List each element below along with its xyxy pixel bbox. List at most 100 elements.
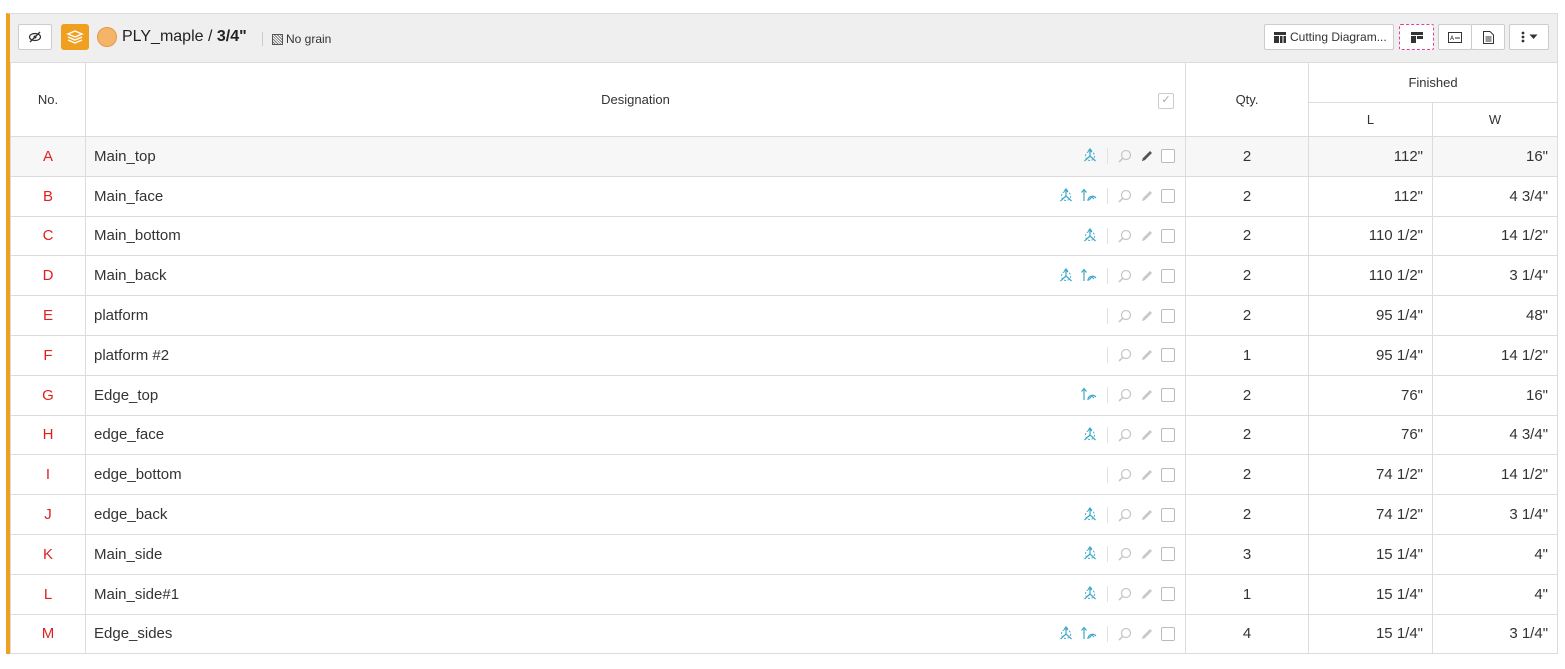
table-row[interactable]: D Main_back 2 110 1/2" 3 1/4" bbox=[10, 255, 1559, 297]
axes-icon[interactable] bbox=[1082, 148, 1098, 164]
part-designation-cell[interactable]: edge_face bbox=[85, 414, 1186, 456]
row-select-checkbox[interactable] bbox=[1161, 228, 1175, 243]
pencil-icon[interactable] bbox=[1139, 387, 1155, 403]
row-select-checkbox[interactable] bbox=[1161, 626, 1175, 641]
magnifier-icon[interactable] bbox=[1117, 148, 1133, 164]
part-designation-cell[interactable]: Main_top bbox=[85, 136, 1186, 177]
column-header-designation[interactable]: Designation ✓ bbox=[85, 62, 1186, 137]
pencil-icon[interactable] bbox=[1139, 507, 1155, 523]
row-select-checkbox[interactable] bbox=[1161, 189, 1175, 204]
cutting-diagram-button[interactable]: Cutting Diagram... bbox=[1264, 24, 1394, 50]
pencil-icon[interactable] bbox=[1139, 427, 1155, 443]
row-select-checkbox[interactable] bbox=[1161, 348, 1175, 363]
column-header-width[interactable]: W bbox=[1431, 102, 1559, 137]
magnifier-icon[interactable] bbox=[1117, 228, 1133, 244]
icon-divider bbox=[1107, 267, 1108, 284]
row-select-checkbox[interactable] bbox=[1161, 547, 1175, 562]
column-header-qty[interactable]: Qty. bbox=[1185, 62, 1309, 137]
pencil-icon[interactable] bbox=[1139, 586, 1155, 602]
axes-icon[interactable] bbox=[1058, 625, 1074, 642]
row-select-checkbox[interactable] bbox=[1161, 388, 1175, 403]
labels-button[interactable]: A bbox=[1438, 24, 1472, 50]
row-select-checkbox[interactable] bbox=[1161, 467, 1175, 482]
magnifier-icon[interactable] bbox=[1117, 507, 1133, 523]
part-designation-cell[interactable]: Edge_top bbox=[85, 374, 1186, 416]
part-designation-cell[interactable]: edge_back bbox=[85, 494, 1186, 535]
report-button[interactable] bbox=[1471, 24, 1505, 50]
axes-icon[interactable] bbox=[1082, 228, 1098, 244]
more-options-button[interactable] bbox=[1509, 24, 1549, 50]
table-row[interactable]: Hedge_face 2 76" 4 3/4" bbox=[10, 414, 1559, 456]
pencil-icon[interactable] bbox=[1139, 546, 1155, 562]
pencil-icon[interactable] bbox=[1139, 308, 1155, 324]
magnifier-icon[interactable] bbox=[1117, 268, 1133, 284]
part-designation-cell[interactable]: Edge_sides bbox=[85, 613, 1186, 655]
table-row[interactable]: Iedge_bottom 2 74 1/2" 14 1/2" bbox=[10, 454, 1559, 496]
magnifier-icon[interactable] bbox=[1117, 387, 1133, 403]
axes-icon[interactable] bbox=[1082, 586, 1098, 602]
magnifier-icon[interactable] bbox=[1117, 427, 1133, 443]
row-select-checkbox[interactable] bbox=[1161, 268, 1175, 283]
flip-edge-icon[interactable] bbox=[1080, 387, 1098, 403]
part-designation-cell[interactable]: Main_bottom bbox=[85, 215, 1186, 257]
part-width: 48" bbox=[1431, 295, 1559, 336]
pencil-icon[interactable] bbox=[1139, 148, 1155, 164]
part-designation-cell[interactable]: platform #2 bbox=[85, 334, 1186, 376]
magnifier-icon[interactable] bbox=[1117, 188, 1133, 204]
axes-icon[interactable] bbox=[1082, 427, 1098, 443]
flip-edge-icon[interactable] bbox=[1080, 188, 1098, 204]
magnifier-icon[interactable] bbox=[1117, 586, 1133, 602]
toggle-visibility-button[interactable] bbox=[18, 24, 52, 50]
pencil-icon[interactable] bbox=[1139, 188, 1155, 204]
row-select-checkbox[interactable] bbox=[1161, 587, 1175, 602]
material-type-button[interactable] bbox=[61, 24, 89, 50]
icon-divider bbox=[1107, 227, 1108, 244]
select-all-checkbox[interactable]: ✓ bbox=[1158, 93, 1174, 109]
part-designation-cell[interactable]: platform bbox=[85, 295, 1186, 336]
column-header-no[interactable]: No. bbox=[10, 62, 86, 137]
row-select-checkbox[interactable] bbox=[1161, 507, 1175, 522]
part-number: E bbox=[10, 295, 86, 336]
row-actions bbox=[1082, 586, 1175, 603]
magnifier-icon[interactable] bbox=[1117, 347, 1133, 363]
magnifier-icon[interactable] bbox=[1117, 308, 1133, 324]
pencil-icon[interactable] bbox=[1139, 268, 1155, 284]
table-row[interactable]: M Edge_sides 4 15 1/4" 3 1/4" bbox=[10, 613, 1559, 655]
flip-edge-icon[interactable] bbox=[1080, 268, 1098, 284]
pencil-icon[interactable] bbox=[1139, 347, 1155, 363]
part-name: Main_side bbox=[94, 545, 163, 563]
part-designation-cell[interactable]: edge_bottom bbox=[85, 454, 1186, 496]
magnifier-icon[interactable] bbox=[1117, 626, 1133, 642]
cutting-diagram-2d-button[interactable] bbox=[1399, 24, 1434, 50]
part-length: 15 1/4" bbox=[1308, 573, 1433, 615]
table-row[interactable]: L Main_side#1 1 15 1/4" 4" bbox=[10, 573, 1559, 615]
pencil-icon[interactable] bbox=[1139, 228, 1155, 244]
magnifier-icon[interactable] bbox=[1117, 467, 1133, 483]
table-row[interactable]: K Main_side 3 15 1/4" 4" bbox=[10, 533, 1559, 575]
magnifier-icon[interactable] bbox=[1117, 546, 1133, 562]
axes-icon[interactable] bbox=[1058, 267, 1074, 284]
pencil-icon[interactable] bbox=[1139, 467, 1155, 483]
table-row[interactable]: G Edge_top 2 76" 16" bbox=[10, 374, 1559, 416]
flip-edge-icon[interactable] bbox=[1080, 626, 1098, 642]
part-designation-cell[interactable]: Main_back bbox=[85, 255, 1186, 297]
part-designation-cell[interactable]: Main_side bbox=[85, 533, 1186, 575]
table-row[interactable]: A Main_top 2 112" 16" bbox=[10, 136, 1559, 177]
row-select-checkbox[interactable] bbox=[1161, 149, 1175, 164]
axes-icon[interactable] bbox=[1082, 546, 1098, 562]
row-select-checkbox[interactable] bbox=[1161, 308, 1175, 323]
row-select-checkbox[interactable] bbox=[1161, 427, 1175, 442]
axes-icon[interactable] bbox=[1058, 188, 1074, 204]
table-row[interactable]: Fplatform #2 1 95 1/4" 14 1/2" bbox=[10, 334, 1559, 376]
axes-icon[interactable] bbox=[1082, 506, 1098, 523]
part-number: A bbox=[10, 136, 86, 177]
table-row[interactable]: B Main_face 2 112" 4 3/4" bbox=[10, 175, 1559, 217]
table-row[interactable]: Eplatform 2 95 1/4" 48" bbox=[10, 295, 1559, 336]
column-header-length[interactable]: L bbox=[1308, 102, 1433, 137]
table-row[interactable]: Jedge_back 2 74 1/2" 3 1/4" bbox=[10, 494, 1559, 535]
part-designation-cell[interactable]: Main_side#1 bbox=[85, 573, 1186, 615]
part-number: G bbox=[10, 374, 86, 416]
pencil-icon[interactable] bbox=[1139, 626, 1155, 642]
part-designation-cell[interactable]: Main_face bbox=[85, 175, 1186, 217]
table-row[interactable]: C Main_bottom 2 110 1/2" 14 1/2" bbox=[10, 215, 1559, 257]
